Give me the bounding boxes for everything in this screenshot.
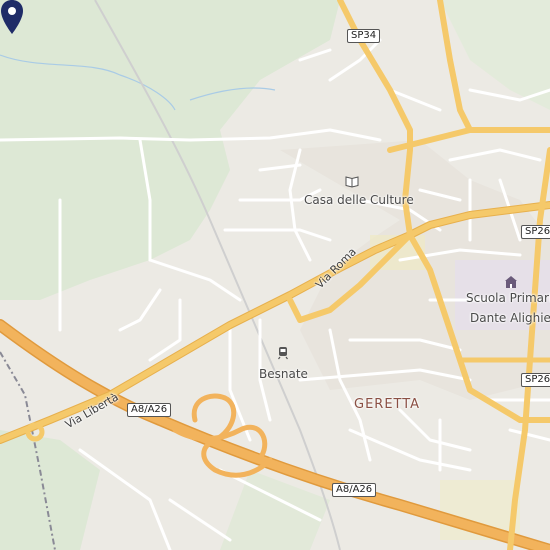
map-base-layer [0,0,550,550]
place-label-besnate[interactable]: Besnate [259,367,308,381]
school-icon [505,276,517,288]
forest-area [0,430,100,550]
map-canvas[interactable]: SP34 SP26 SP26 A8/A26 A8/A26 Casa delle … [0,0,550,550]
road-shield-a8-a26: A8/A26 [332,483,377,497]
district-label-geretta: GERETTA [354,397,421,412]
place-label-scuola-line2[interactable]: Dante Alighieri [470,311,550,325]
road-shield-a8-a26: A8/A26 [127,403,172,417]
road-shield-sp26: SP26 [521,373,550,387]
location-pin-icon[interactable] [0,0,24,36]
road-shield-sp26: SP26 [521,225,550,239]
place-label-scuola-line1[interactable]: Scuola Primaria [466,291,550,305]
train-station-icon [278,347,288,360]
place-label-casa-delle-culture[interactable]: Casa delle Culture [304,193,414,207]
road-shield-sp34: SP34 [347,29,381,43]
book-icon [345,176,359,188]
